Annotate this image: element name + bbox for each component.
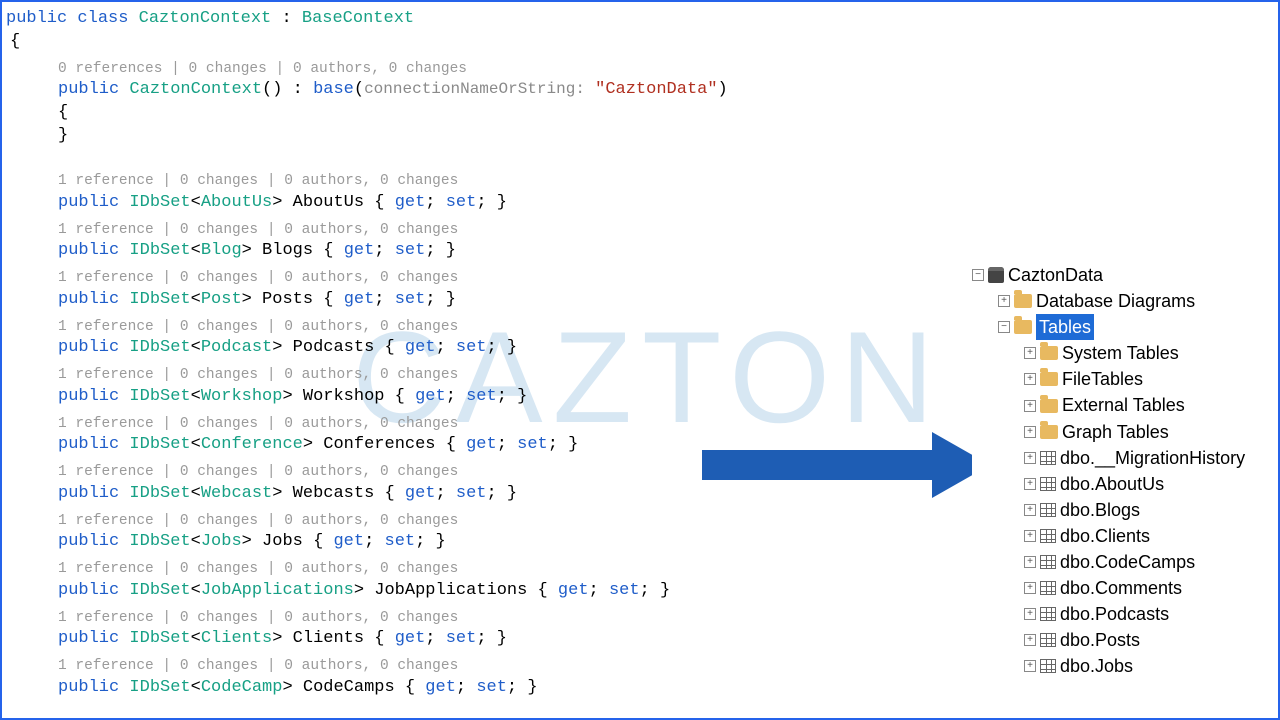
expand-icon[interactable]: + [1024,347,1036,359]
expand-icon[interactable]: + [1024,608,1036,620]
expand-icon[interactable]: + [1024,478,1036,490]
folder-icon [1040,425,1058,439]
tree-node-table[interactable]: +dbo.Podcasts [972,601,1272,627]
expand-icon[interactable]: + [1024,634,1036,646]
table-icon [1040,633,1056,647]
expand-icon[interactable]: + [998,295,1010,307]
collapse-icon[interactable]: − [972,269,984,281]
table-icon [1040,659,1056,673]
object-explorer-tree[interactable]: − CaztonData + Database Diagrams − Table… [972,262,1272,680]
expand-icon[interactable]: + [1024,530,1036,542]
expand-icon[interactable]: + [1024,373,1036,385]
property-line: public IDbSet<AboutUs> AboutUs { get; se… [58,192,1274,215]
tree-node-folder[interactable]: + Database Diagrams [972,288,1272,314]
folder-icon [1040,399,1058,413]
expand-icon[interactable]: + [1024,452,1036,464]
tree-node-folder[interactable]: +External Tables [972,392,1272,418]
property-line: public IDbSet<CodeCamp> CodeCamps { get;… [58,677,1274,700]
folder-icon [1014,320,1032,334]
tree-node-table[interactable]: +dbo.Comments [972,575,1272,601]
open-brace: { [10,31,1274,54]
table-icon [1040,477,1056,491]
selected-node-label: Tables [1036,314,1094,340]
class-declaration: public class CaztonContext : BaseContext [6,8,1274,31]
table-icon [1040,529,1056,543]
collapse-icon[interactable]: − [998,321,1010,333]
property-line: public IDbSet<Blog> Blogs { get; set; } [58,240,1274,263]
codelens-prop[interactable]: 1 reference | 0 changes | 0 authors, 0 c… [58,172,1274,192]
ctor-brace-close: } [58,125,1274,148]
arrow-icon [702,430,992,500]
tree-node-folder[interactable]: +FileTables [972,366,1272,392]
tree-node-database[interactable]: − CaztonData [972,262,1272,288]
tree-node-table[interactable]: +dbo.CodeCamps [972,549,1272,575]
table-icon [1040,607,1056,621]
codelens-prop[interactable]: 1 reference | 0 changes | 0 authors, 0 c… [58,221,1274,241]
folder-icon [1014,294,1032,308]
tree-node-folder[interactable]: +Graph Tables [972,419,1272,445]
codelens-ctor[interactable]: 0 references | 0 changes | 0 authors, 0 … [58,60,1274,80]
tree-node-table[interactable]: +dbo.__MigrationHistory [972,445,1272,471]
tree-node-table[interactable]: +dbo.Clients [972,523,1272,549]
expand-icon[interactable]: + [1024,400,1036,412]
table-icon [1040,581,1056,595]
folder-icon [1040,372,1058,386]
table-icon [1040,503,1056,517]
tree-node-tables[interactable]: − Tables [972,314,1272,340]
expand-icon[interactable]: + [1024,660,1036,672]
expand-icon[interactable]: + [1024,504,1036,516]
database-icon [988,267,1004,283]
constructor-line: public CaztonContext() : base(connection… [58,79,1274,102]
tree-node-table[interactable]: +dbo.AboutUs [972,471,1272,497]
table-icon [1040,451,1056,465]
expand-icon[interactable]: + [1024,426,1036,438]
folder-icon [1040,346,1058,360]
tree-node-table[interactable]: +dbo.Posts [972,627,1272,653]
expand-icon[interactable]: + [1024,582,1036,594]
expand-icon[interactable]: + [1024,556,1036,568]
tree-node-table[interactable]: +dbo.Blogs [972,497,1272,523]
tree-node-folder[interactable]: +System Tables [972,340,1272,366]
table-icon [1040,555,1056,569]
ctor-brace-open: { [58,102,1274,125]
tree-node-table[interactable]: +dbo.Jobs [972,653,1272,679]
